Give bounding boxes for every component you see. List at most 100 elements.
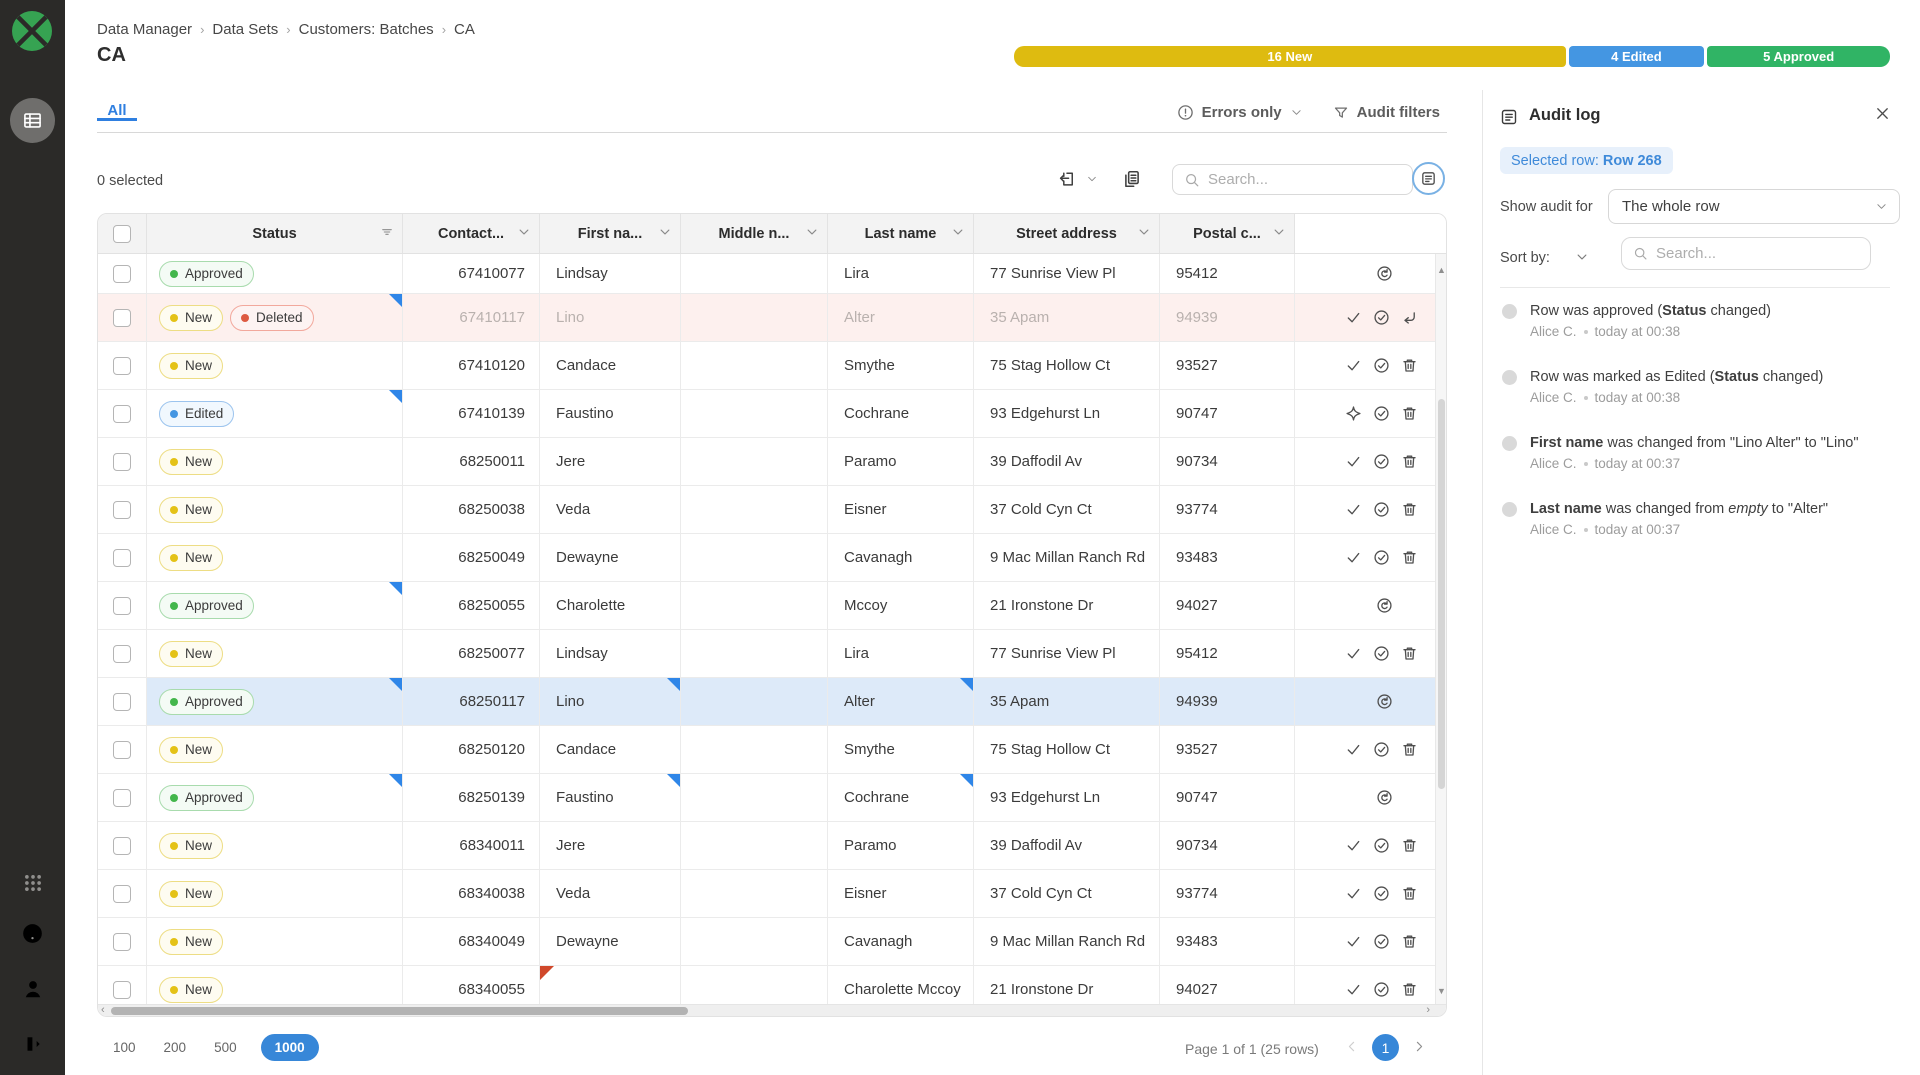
cell-contact[interactable]: 68250049 — [403, 534, 540, 581]
circle-check-icon[interactable] — [1373, 405, 1390, 422]
check-icon[interactable] — [1345, 741, 1362, 758]
breadcrumb-item[interactable]: CA — [454, 21, 475, 38]
cell-postal-code[interactable]: 94027 — [1160, 582, 1295, 629]
check-icon[interactable] — [1345, 981, 1362, 998]
row-checkbox[interactable] — [113, 789, 131, 807]
chevron-icon[interactable] — [1272, 225, 1286, 239]
cell-contact[interactable]: 67410077 — [403, 254, 540, 293]
check-icon[interactable] — [1345, 549, 1362, 566]
cell-first-name[interactable]: Lino — [540, 678, 681, 725]
cell-first-name[interactable]: Veda — [540, 486, 681, 533]
row-checkbox[interactable] — [113, 741, 131, 759]
cell-first-name[interactable]: Veda — [540, 870, 681, 917]
cell-last-name[interactable]: Paramo — [828, 438, 974, 485]
cell-status[interactable]: New — [147, 438, 403, 485]
cell-middle-name[interactable] — [681, 726, 828, 773]
cell-middle-name[interactable] — [681, 438, 828, 485]
logout-icon[interactable] — [0, 1033, 65, 1055]
audit-scope-select[interactable]: The whole row — [1608, 189, 1900, 224]
cell-middle-name[interactable] — [681, 870, 828, 917]
cell-contact[interactable]: 68340038 — [403, 870, 540, 917]
cell-last-name[interactable]: Eisner — [828, 870, 974, 917]
circle-check-icon[interactable] — [1373, 357, 1390, 374]
column-header-street[interactable]: Street address — [974, 214, 1160, 253]
page-size-100[interactable]: 100 — [109, 1040, 140, 1055]
column-header-middle[interactable]: Middle n... — [681, 214, 828, 253]
trash-icon[interactable] — [1401, 837, 1418, 854]
row-checkbox[interactable] — [113, 837, 131, 855]
cell-middle-name[interactable] — [681, 534, 828, 581]
select-all-checkbox[interactable] — [113, 225, 131, 243]
cell-status[interactable]: Approved — [147, 678, 403, 725]
cell-postal-code[interactable]: 94939 — [1160, 294, 1295, 341]
cell-last-name[interactable]: Alter — [828, 678, 974, 725]
scroll-right-icon[interactable]: › — [1426, 1005, 1430, 1016]
cell-street-address[interactable]: 37 Cold Cyn Ct — [974, 870, 1160, 917]
current-page-button[interactable]: 1 — [1372, 1034, 1399, 1061]
cell-last-name[interactable]: Mccoy — [828, 582, 974, 629]
cell-status[interactable]: Approved — [147, 254, 403, 293]
cell-status[interactable]: NewDeleted — [147, 294, 403, 341]
cell-middle-name[interactable] — [681, 342, 828, 389]
row-checkbox[interactable] — [113, 357, 131, 375]
table-row[interactable]: New68340049DewayneCavanagh9 Mac Millan R… — [98, 918, 1446, 966]
cell-status[interactable]: New — [147, 486, 403, 533]
cell-middle-name[interactable] — [681, 630, 828, 677]
cell-contact[interactable]: 68250117 — [403, 678, 540, 725]
cell-street-address[interactable]: 75 Stag Hollow Ct — [974, 342, 1160, 389]
tab-all[interactable]: All — [97, 102, 137, 119]
cell-last-name[interactable]: Lira — [828, 254, 974, 293]
revert-icon[interactable] — [1376, 597, 1393, 614]
manage-columns-button[interactable] — [1122, 169, 1142, 189]
cell-street-address[interactable]: 93 Edgehurst Ln — [974, 390, 1160, 437]
cell-last-name[interactable]: Smythe — [828, 726, 974, 773]
cell-last-name[interactable]: Smythe — [828, 342, 974, 389]
cell-street-address[interactable]: 77 Sunrise View Pl — [974, 630, 1160, 677]
audit-search[interactable] — [1621, 237, 1871, 270]
cell-last-name[interactable]: Cochrane — [828, 774, 974, 821]
breadcrumb-item[interactable]: Data Manager — [97, 21, 192, 38]
cell-street-address[interactable]: 35 Apam — [974, 678, 1160, 725]
check-icon[interactable] — [1345, 357, 1362, 374]
apps-grid-icon[interactable] — [0, 872, 65, 894]
cell-postal-code[interactable]: 93527 — [1160, 726, 1295, 773]
cell-last-name[interactable]: Alter — [828, 294, 974, 341]
export-button[interactable] — [1058, 169, 1098, 188]
cell-status[interactable]: New — [147, 342, 403, 389]
trash-icon[interactable] — [1401, 933, 1418, 950]
chevron-icon[interactable] — [951, 225, 965, 239]
circle-check-icon[interactable] — [1373, 309, 1390, 326]
revert-icon[interactable] — [1376, 789, 1393, 806]
table-row[interactable]: Approved67410077LindsayLira77 Sunrise Vi… — [98, 254, 1446, 294]
row-checkbox[interactable] — [113, 885, 131, 903]
cell-contact[interactable]: 68250120 — [403, 726, 540, 773]
close-icon[interactable] — [1874, 105, 1891, 122]
cell-status[interactable]: New — [147, 534, 403, 581]
check-icon[interactable] — [1345, 453, 1362, 470]
cell-status[interactable]: New — [147, 822, 403, 869]
scroll-up-icon[interactable]: ▲ — [1436, 266, 1447, 275]
circle-check-icon[interactable] — [1373, 981, 1390, 998]
cell-postal-code[interactable]: 93527 — [1160, 342, 1295, 389]
cell-status[interactable]: Approved — [147, 582, 403, 629]
check-icon[interactable] — [1345, 933, 1362, 950]
undo-icon[interactable] — [1401, 309, 1418, 326]
cell-middle-name[interactable] — [681, 390, 828, 437]
check-icon[interactable] — [1345, 501, 1362, 518]
column-header-postal[interactable]: Postal c... — [1160, 214, 1295, 253]
row-checkbox[interactable] — [113, 265, 131, 283]
page-size-500[interactable]: 500 — [210, 1040, 241, 1055]
cell-status[interactable]: New — [147, 726, 403, 773]
check-icon[interactable] — [1345, 885, 1362, 902]
cell-first-name[interactable]: Jere — [540, 438, 681, 485]
cell-contact[interactable]: 67410117 — [403, 294, 540, 341]
cell-status[interactable]: New — [147, 918, 403, 965]
table-row[interactable]: NewDeleted67410117LinoAlter35 Apam94939 — [98, 294, 1446, 342]
cell-postal-code[interactable]: 94939 — [1160, 678, 1295, 725]
table-row[interactable]: New67410120CandaceSmythe75 Stag Hollow C… — [98, 342, 1446, 390]
audit-search-input[interactable] — [1656, 245, 1859, 262]
cell-street-address[interactable]: 93 Edgehurst Ln — [974, 774, 1160, 821]
cell-street-address[interactable]: 9 Mac Millan Ranch Rd — [974, 534, 1160, 581]
cell-postal-code[interactable]: 95412 — [1160, 630, 1295, 677]
check-icon[interactable] — [1345, 309, 1362, 326]
